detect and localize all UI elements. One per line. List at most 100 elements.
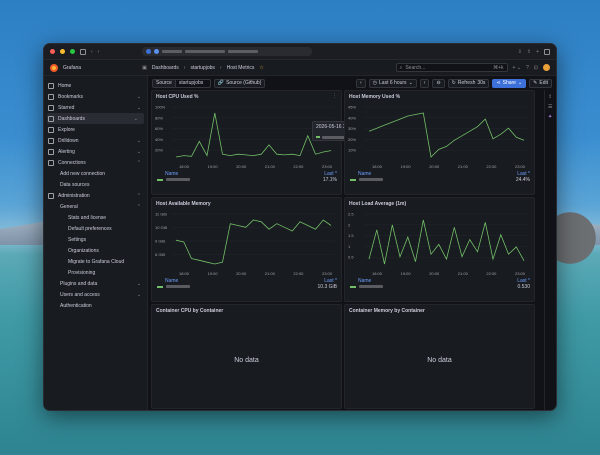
legend-series-name-blurred[interactable] xyxy=(359,285,383,288)
time-picker[interactable]: ◷ Last 6 hours ⌄ xyxy=(368,78,417,88)
x-tick-label: 20:00 xyxy=(236,164,247,169)
source-github-variable[interactable]: 🔗 Source (Github) xyxy=(213,78,266,88)
sidebar-item-add-new-connection[interactable]: Add new connection xyxy=(44,168,147,179)
rail-share-icon[interactable]: ⇪ xyxy=(548,94,553,100)
chevron-icon[interactable]: ⌃ xyxy=(137,193,141,199)
sidebar-item-explore[interactable]: Explore xyxy=(44,124,147,135)
help-icon[interactable]: ? xyxy=(526,65,529,71)
y-tick-label: 10 GiB xyxy=(155,225,168,230)
x-tick-label: 21:00 xyxy=(265,164,276,169)
sidebar-item-default-preferences[interactable]: Default preferences xyxy=(44,223,147,234)
sidebar-item-data-sources[interactable]: Data sources xyxy=(44,179,147,190)
chevron-icon[interactable]: ⌄ xyxy=(137,281,141,287)
edit-button[interactable]: ✎ Edit xyxy=(529,78,552,88)
tooltip-series-blurred xyxy=(322,135,346,139)
breadcrumb-dashboards[interactable]: Dashboards xyxy=(152,65,179,71)
sidebar-item-connections[interactable]: Connections ⌃ xyxy=(44,157,147,168)
panel-load[interactable]: Host Load Average (1m) 0.5 1 1.5 2 2.5 18:00 19… xyxy=(344,197,535,302)
minimize-window-button[interactable] xyxy=(60,49,65,54)
sidebar-item-home[interactable]: Home xyxy=(44,80,147,91)
sidebar-item-administration[interactable]: Administration ⌃ xyxy=(44,190,147,201)
sidebar-item-starred[interactable]: Starred ⌄ xyxy=(44,102,147,113)
chevron-icon[interactable]: ⌄ xyxy=(137,94,141,100)
sidebar-item-settings[interactable]: Settings xyxy=(44,234,147,245)
chevron-down-icon: ⌄ xyxy=(408,80,413,86)
forward-icon[interactable]: › xyxy=(98,49,100,55)
sidebar-item-organizations[interactable]: Organizations xyxy=(44,245,147,256)
legend-series-name-blurred[interactable] xyxy=(166,178,190,181)
tabs-overview-icon[interactable] xyxy=(544,48,550,55)
pencil-icon: ✎ xyxy=(533,80,538,86)
legend-series-name-blurred[interactable] xyxy=(166,285,190,288)
sidebar-item-bookmarks[interactable]: Bookmarks ⌄ xyxy=(44,91,147,102)
sidebar-item-stats-and-license[interactable]: Stats and license xyxy=(44,212,147,223)
sidebar-item-label: General xyxy=(60,203,78,210)
panel-avail[interactable]: Host Available Memory 8 GiB 9 GiB 10 GiB 11 … xyxy=(151,197,342,302)
sidebar-item-alerting[interactable]: Alerting ⌄ xyxy=(44,146,147,157)
sidebar-item-users-and-access[interactable]: Users and access ⌄ xyxy=(44,289,147,300)
time-shift-back-button[interactable]: ‹ xyxy=(355,78,366,88)
panel-mem[interactable]: Host Memory Used % 10% 20% 30% 40% 45% 18:00 19… xyxy=(344,90,535,195)
sidebar-item-label: Home xyxy=(58,82,72,89)
refresh-interval[interactable]: 30s xyxy=(477,80,485,86)
share-page-icon[interactable]: ⇪ xyxy=(527,49,531,55)
panel-ccpu[interactable]: Container CPU by Container No data xyxy=(151,304,342,409)
sidebar-item-drilldown[interactable]: Drilldown ⌄ xyxy=(44,135,147,146)
share-button[interactable]: ⋖ Share ⌄ xyxy=(492,78,527,88)
refresh-button[interactable]: ↻ Refresh 30s xyxy=(447,78,490,88)
sidebar-item-plugins-and-data[interactable]: Plugins and data ⌄ xyxy=(44,278,147,289)
chart-load[interactable]: 0.5 1 1.5 2 2.5 18:00 19:00 20:00 21:00 22:00 23:0… xyxy=(345,208,534,278)
rail-outline-icon[interactable]: ☰ xyxy=(548,104,553,110)
chevron-icon[interactable]: ⌄ xyxy=(137,292,141,298)
panel-cpu[interactable]: Host CPU Used % 20% 40% 60% 80% 100% 18:00 19:0… xyxy=(151,90,370,195)
sidebar-item-provisioning[interactable]: Provisioning xyxy=(44,267,147,278)
chart-avail[interactable]: 8 GiB 9 GiB 10 GiB 11 GiB 18:00 19:00 20:00 21:… xyxy=(152,208,341,278)
rail-assistant-icon[interactable]: ✦ xyxy=(548,114,553,120)
sidebar-item-label: Authentication xyxy=(60,302,92,309)
legend-name-header[interactable]: Name xyxy=(165,278,178,284)
legend-series-name-blurred[interactable] xyxy=(359,178,383,181)
series-line[interactable] xyxy=(175,219,332,265)
maximize-window-button[interactable] xyxy=(70,49,75,54)
sidebar-item-migrate-to-grafana-cloud[interactable]: Migrate to Grafana Cloud xyxy=(44,256,147,267)
legend-name-header[interactable]: Name xyxy=(165,171,178,177)
sidebar-item-label: Add new connection xyxy=(60,170,106,177)
search-input[interactable]: ⌕ Search... ⌘+k xyxy=(395,63,508,72)
sidebar-item-general[interactable]: General ⌃ xyxy=(44,201,147,212)
panel-cmem[interactable]: Container Memory by Container No data xyxy=(344,304,535,409)
star-icon[interactable]: ☆ xyxy=(259,65,263,71)
add-icon[interactable]: + ⌄ xyxy=(513,65,522,71)
news-icon[interactable]: ⊡ xyxy=(534,65,538,71)
chevron-icon[interactable]: ⌄ xyxy=(134,116,138,122)
chevron-icon[interactable]: ⌃ xyxy=(137,160,141,166)
new-tab-icon[interactable]: + xyxy=(536,49,539,55)
legend-name-header[interactable]: Name xyxy=(358,278,371,284)
avatar[interactable] xyxy=(543,64,550,71)
sidebar-toggle-icon[interactable] xyxy=(80,48,86,55)
chevron-icon[interactable]: ⌄ xyxy=(137,149,141,155)
refresh-label: Refresh xyxy=(457,80,476,86)
chart-mem[interactable]: 10% 20% 30% 40% 45% 18:00 19:00 20:00 21:00 22:00… xyxy=(345,101,534,171)
time-shift-forward-button[interactable]: › xyxy=(419,78,430,88)
grafana-logo-icon[interactable] xyxy=(50,63,58,72)
chevron-icon[interactable]: ⌃ xyxy=(137,204,141,210)
breadcrumb-folder[interactable]: startupjobs xyxy=(190,65,214,71)
panel-menu-icon[interactable]: ⋮ xyxy=(332,93,337,99)
chevron-icon[interactable]: ⌄ xyxy=(137,105,141,111)
tooltip-swatch xyxy=(316,136,320,138)
legend-name-header[interactable]: Name xyxy=(358,171,371,177)
address-bar[interactable] xyxy=(142,47,313,56)
y-tick-label: 45% xyxy=(348,105,356,110)
chevron-icon[interactable]: ⌄ xyxy=(137,138,141,144)
clock-icon: ◷ xyxy=(372,80,378,86)
zoom-out-button[interactable]: ⊖ xyxy=(432,78,445,88)
sidebar-item-label: Users and access xyxy=(60,291,100,298)
sidebar-item-dashboards[interactable]: Dashboards ⌄ xyxy=(47,113,144,124)
source-variable[interactable]: Source startupjobs xyxy=(152,78,211,88)
download-icon[interactable]: ⇩ xyxy=(518,49,522,55)
dock-menu-icon[interactable]: ▣ xyxy=(142,65,147,71)
sidebar-item-authentication[interactable]: Authentication xyxy=(44,300,147,311)
back-icon[interactable]: ‹ xyxy=(91,49,93,55)
close-window-button[interactable] xyxy=(50,49,55,54)
x-tick-label: 22:00 xyxy=(486,271,497,276)
